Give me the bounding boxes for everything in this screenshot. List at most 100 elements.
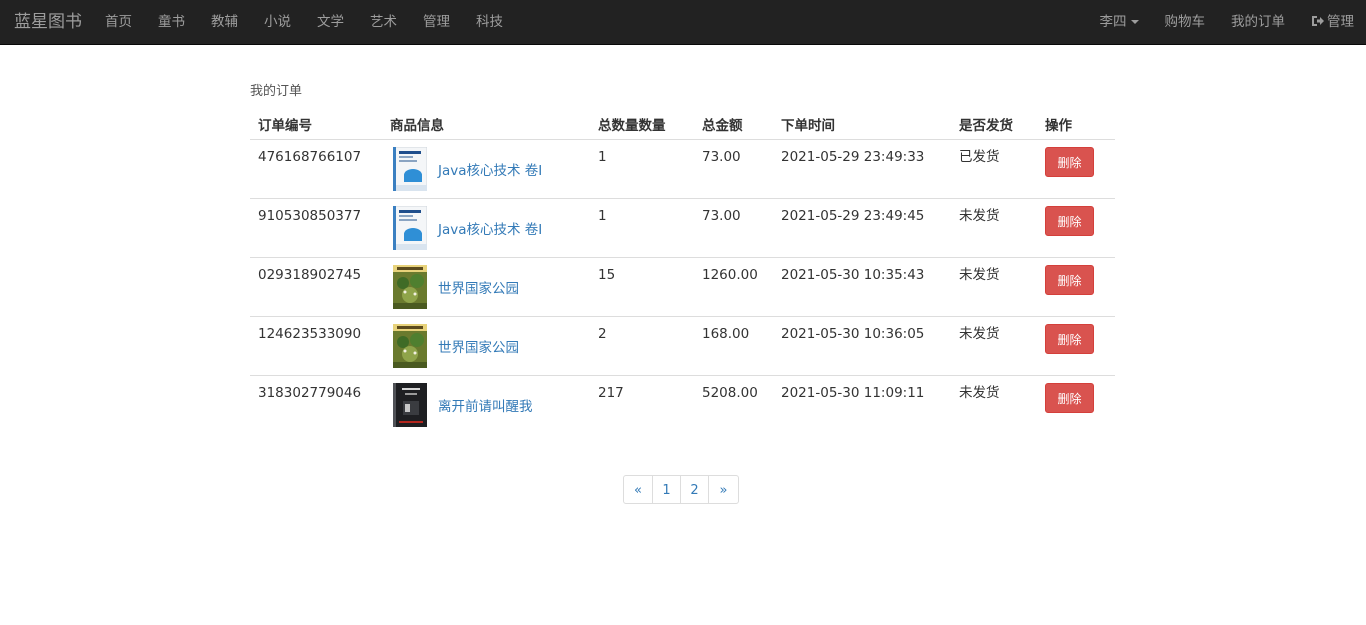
order-id: 124623533090 [258,326,362,342]
delete-button[interactable]: 删除 [1045,265,1094,295]
shipping-status: 未发货 [959,267,1000,283]
book-cover-image[interactable] [393,265,427,309]
header-quantity: 总数量数量 [590,109,694,140]
book-cover-image[interactable] [393,206,427,250]
order-time: 2021-05-29 23:49:33 [781,149,925,165]
nav-technology[interactable]: 科技 [463,0,516,45]
quantity: 217 [598,385,624,401]
chevron-down-icon [1130,20,1139,24]
orders-body: 476168766107 Java核心技术 卷I 1 73.00 2021-05… [250,139,1115,435]
category-nav: 首页 童书 教辅 小说 文学 艺术 管理 科技 [92,0,516,45]
brand-logo[interactable]: 蓝星图书 [14,0,82,45]
order-id-cell: 910530850377 [250,198,382,258]
header-shipped: 是否发货 [951,109,1037,140]
product-cell: 离开前请叫醒我 [382,375,590,435]
product-link[interactable]: 世界国家公园 [438,336,519,356]
amount: 168.00 [702,326,750,342]
action-cell: 删除 [1037,375,1115,435]
book-cover-image[interactable] [393,147,427,191]
page-prev-button[interactable]: « [623,475,653,504]
header-order-id: 订单编号 [250,109,382,140]
delete-button[interactable]: 删除 [1045,147,1094,177]
order-time: 2021-05-30 10:35:43 [781,267,925,283]
time-cell: 2021-05-29 23:49:33 [773,139,951,199]
header-product: 商品信息 [382,109,590,140]
amount: 1260.00 [702,267,758,283]
nav-art[interactable]: 艺术 [357,0,410,45]
nav-my-orders[interactable]: 我的订单 [1218,0,1298,45]
page-1-button[interactable]: 1 [652,475,681,504]
status-cell: 未发货 [951,257,1037,317]
shipping-status: 未发货 [959,208,1000,224]
delete-button[interactable]: 删除 [1045,206,1094,236]
amount: 73.00 [702,208,741,224]
quantity: 2 [598,326,607,342]
quantity-cell: 1 [590,139,694,199]
nav-admin[interactable]: 管理 [1298,0,1366,45]
nav-textbooks[interactable]: 教辅 [198,0,251,45]
header-action: 操作 [1037,109,1115,140]
orders-table: 订单编号 商品信息 总数量数量 总金额 下单时间 是否发货 操作 4761687… [250,109,1115,435]
amount-cell: 1260.00 [694,257,773,317]
status-cell: 未发货 [951,316,1037,376]
order-time: 2021-05-30 10:36:05 [781,326,925,342]
delete-button[interactable]: 删除 [1045,324,1094,354]
time-cell: 2021-05-30 10:35:43 [773,257,951,317]
quantity: 1 [598,208,607,224]
nav-cart[interactable]: 购物车 [1152,0,1219,45]
page-title: 我的订单 [250,84,303,99]
top-navbar: 蓝星图书 首页 童书 教辅 小说 文学 艺术 管理 科技 李四 购物车 我的订单… [0,0,1366,45]
nav-management[interactable]: 管理 [410,0,463,45]
status-cell: 未发货 [951,198,1037,258]
amount: 5208.00 [702,385,758,401]
status-cell: 未发货 [951,375,1037,435]
page-2-button[interactable]: 2 [680,475,709,504]
quantity-cell: 15 [590,257,694,317]
nav-home[interactable]: 首页 [92,0,145,45]
quantity: 1 [598,149,607,165]
amount-cell: 73.00 [694,139,773,199]
order-id: 318302779046 [258,385,362,401]
shipping-status: 已发货 [959,149,1000,165]
quantity-cell: 2 [590,316,694,376]
product-link[interactable]: 离开前请叫醒我 [438,395,533,415]
product-cell: Java核心技术 卷I [382,139,590,199]
book-cover-image[interactable] [393,383,427,427]
time-cell: 2021-05-30 11:09:11 [773,375,951,435]
user-nav: 李四 购物车 我的订单 管理 [1087,0,1366,45]
quantity-cell: 1 [590,198,694,258]
nav-children-books[interactable]: 童书 [145,0,198,45]
action-cell: 删除 [1037,257,1115,317]
order-id-cell: 124623533090 [250,316,382,376]
action-cell: 删除 [1037,198,1115,258]
pagination: « 1 2 » [623,475,739,504]
action-cell: 删除 [1037,316,1115,376]
product-cell: 世界国家公园 [382,316,590,376]
quantity-cell: 217 [590,375,694,435]
table-row-4: 124623533090 世界国家公园 2 168.00 2021-05-30 … [250,316,1115,376]
order-time: 2021-05-30 11:09:11 [781,385,925,401]
product-link[interactable]: Java核心技术 卷I [438,159,542,179]
order-id: 910530850377 [258,208,362,224]
table-header-row: 订单编号 商品信息 总数量数量 总金额 下单时间 是否发货 操作 [250,109,1115,140]
delete-button[interactable]: 删除 [1045,383,1094,413]
header-order-time: 下单时间 [773,109,951,140]
admin-label: 管理 [1327,14,1354,30]
table-row-5: 318302779046 离开前请叫醒我 217 5208.00 2021-05… [250,375,1115,435]
product-link[interactable]: Java核心技术 卷I [438,218,542,238]
time-cell: 2021-05-29 23:49:45 [773,198,951,258]
user-name: 李四 [1099,14,1127,30]
order-id-cell: 029318902745 [250,257,382,317]
book-cover-image[interactable] [393,324,427,368]
page-next-button[interactable]: » [708,475,739,504]
logout-icon [1312,16,1324,26]
product-link[interactable]: 世界国家公园 [438,277,519,297]
quantity: 15 [598,267,616,283]
order-time: 2021-05-29 23:49:45 [781,208,925,224]
shipping-status: 未发货 [959,326,1000,342]
order-id-cell: 476168766107 [250,139,382,199]
user-menu-dropdown[interactable]: 李四 [1087,0,1152,45]
product-cell: 世界国家公园 [382,257,590,317]
nav-literature[interactable]: 文学 [304,0,357,45]
nav-novels[interactable]: 小说 [251,0,304,45]
